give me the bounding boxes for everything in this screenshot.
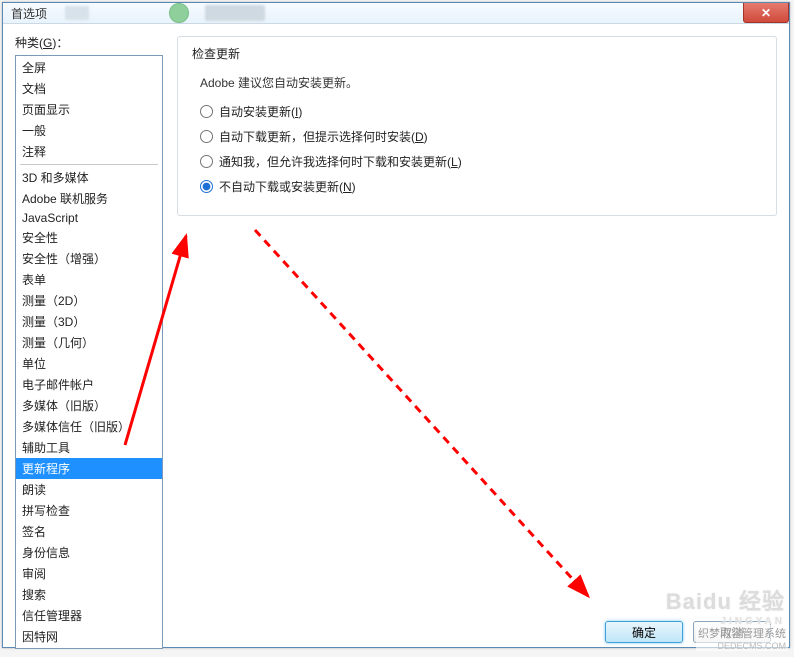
- category-item[interactable]: 测量（2D）: [16, 290, 162, 311]
- category-item[interactable]: 单位: [16, 353, 162, 374]
- category-item[interactable]: 测量（3D）: [16, 311, 162, 332]
- category-item[interactable]: 一般: [16, 120, 162, 141]
- footer-attribution: 织梦内容管理系统 DEDECMS.COM: [696, 625, 788, 651]
- preferences-dialog: 首选项 ✕ 种类(G)： 全屏文档页面显示一般注释 3D 和多媒体Adobe 联机…: [2, 2, 790, 648]
- category-item[interactable]: 身份信息: [16, 542, 162, 563]
- category-item[interactable]: 注释: [16, 141, 162, 162]
- radio-input[interactable]: [200, 155, 213, 168]
- category-item[interactable]: JavaScript: [16, 209, 162, 227]
- update-option[interactable]: 自动安装更新(I): [192, 99, 762, 124]
- advice-text: Adobe 建议您自动安装更新。: [192, 68, 762, 99]
- category-label: 种类(G)：: [15, 34, 163, 51]
- category-item[interactable]: 朗读: [16, 479, 162, 500]
- category-item[interactable]: 辅助工具: [16, 437, 162, 458]
- category-item[interactable]: 文档: [16, 78, 162, 99]
- category-item[interactable]: 更新程序: [16, 458, 162, 479]
- radio-group: 自动安装更新(I) 自动下载更新，但提示选择何时安装(D) 通知我，但允许我选择何时…: [192, 99, 762, 199]
- category-item[interactable]: 多媒体信任（旧版）: [16, 416, 162, 437]
- category-item[interactable]: 测量（几何）: [16, 332, 162, 353]
- close-button[interactable]: ✕: [743, 3, 789, 23]
- radio-input[interactable]: [200, 180, 213, 193]
- close-icon: ✕: [761, 6, 771, 20]
- blurred-text: [65, 6, 89, 20]
- radio-input[interactable]: [200, 130, 213, 143]
- update-option[interactable]: 不自动下载或安装更新(N): [192, 174, 762, 199]
- settings-column: 检查更新 Adobe 建议您自动安装更新。 自动安装更新(I) 自动下载更新，但提…: [177, 34, 777, 649]
- category-item[interactable]: 搜索: [16, 584, 162, 605]
- category-item[interactable]: 信任管理器: [16, 605, 162, 626]
- radio-input[interactable]: [200, 105, 213, 118]
- category-item[interactable]: 因特网: [16, 626, 162, 647]
- category-item[interactable]: Adobe 联机服务: [16, 188, 162, 209]
- category-column: 种类(G)： 全屏文档页面显示一般注释 3D 和多媒体Adobe 联机服务Java…: [15, 34, 163, 649]
- radio-label: 通知我，但允许我选择何时下载和安装更新(L): [219, 153, 462, 170]
- category-listbox[interactable]: 全屏文档页面显示一般注释3D 和多媒体Adobe 联机服务JavaScript安…: [15, 55, 163, 649]
- category-item[interactable]: 签名: [16, 521, 162, 542]
- category-item[interactable]: 表单: [16, 269, 162, 290]
- green-circle-icon: [169, 3, 189, 23]
- radio-label: 自动下载更新，但提示选择何时安装(D): [219, 128, 428, 145]
- category-item[interactable]: 拼写检查: [16, 500, 162, 521]
- radio-label: 不自动下载或安装更新(N): [219, 178, 356, 195]
- group-title: 检查更新: [192, 45, 762, 62]
- radio-label: 自动安装更新(I): [219, 103, 302, 120]
- category-item[interactable]: 审阅: [16, 563, 162, 584]
- ok-button[interactable]: 确定: [605, 621, 683, 643]
- category-item[interactable]: 电子邮件帐户: [16, 374, 162, 395]
- list-separator: [20, 164, 158, 165]
- update-option[interactable]: 通知我，但允许我选择何时下载和安装更新(L): [192, 149, 762, 174]
- category-item[interactable]: 多媒体（旧版）: [16, 395, 162, 416]
- titlebar[interactable]: 首选项 ✕: [3, 3, 789, 24]
- category-item[interactable]: 安全性（增强）: [16, 248, 162, 269]
- category-item[interactable]: 全屏: [16, 57, 162, 78]
- update-check-group: 检查更新 Adobe 建议您自动安装更新。 自动安装更新(I) 自动下载更新，但提…: [177, 36, 777, 216]
- blurred-text: [205, 5, 265, 21]
- update-option[interactable]: 自动下载更新，但提示选择何时安装(D): [192, 124, 762, 149]
- window-title: 首选项: [11, 5, 47, 22]
- dialog-body: 种类(G)： 全屏文档页面显示一般注释 3D 和多媒体Adobe 联机服务Java…: [3, 24, 789, 657]
- category-item[interactable]: 3D 和多媒体: [16, 167, 162, 188]
- category-item[interactable]: 页面显示: [16, 99, 162, 120]
- category-item[interactable]: 安全性: [16, 227, 162, 248]
